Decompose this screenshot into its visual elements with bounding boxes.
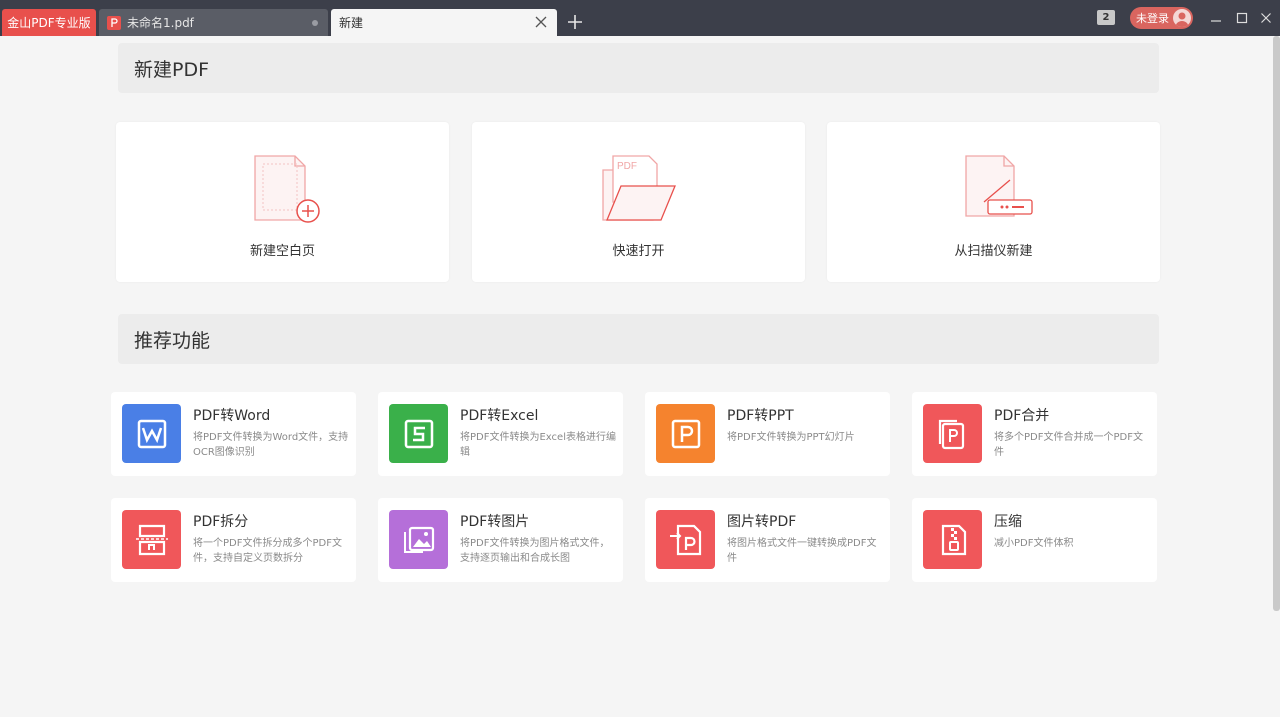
feature-image-to-pdf[interactable]: 图片转PDF 将图片格式文件一键转换成PDF文件 [645, 498, 890, 582]
new-tab-label: 新建 [339, 16, 364, 30]
create-blank-page-card[interactable]: 新建空白页 [116, 122, 449, 282]
feature-pdf-split[interactable]: PDF拆分 将一个PDF文件拆分成多个PDF文件，支持自定义页数拆分 [111, 498, 356, 582]
window-count: 2 [1102, 12, 1110, 23]
section-title-text: 新建PDF [134, 58, 210, 81]
app-menu-tab[interactable]: 金山PDF专业版 [2, 9, 96, 36]
section-title-new-pdf: 新建PDF [118, 43, 1159, 93]
scanner-icon [954, 152, 1034, 224]
section-title-recommended: 推荐功能 [118, 314, 1159, 364]
feature-description: 将一个PDF文件拆分成多个PDF文件，支持自定义页数拆分 [193, 538, 342, 564]
feature-title: PDF转Excel [460, 408, 539, 424]
feature-description: 减小PDF文件体积 [994, 538, 1074, 549]
feature-description: 将PDF文件转换为PPT幻灯片 [727, 432, 855, 443]
pdf-to-image-icon [389, 510, 448, 569]
login-button[interactable]: 未登录 [1130, 7, 1193, 29]
create-from-scanner-label: 从扫描仪新建 [954, 244, 1033, 259]
pdf-to-excel-icon [389, 404, 448, 463]
pdf-to-word-icon [122, 404, 181, 463]
quick-open-card[interactable]: PDF 快速打开 [472, 122, 805, 282]
create-blank-page-label: 新建空白页 [249, 244, 315, 259]
feature-pdf-to-word[interactable]: PDF转Word 将PDF文件转换为Word文件，支持OCR图像识别 [111, 392, 356, 476]
app-tab-label: 金山PDF专业版 [7, 16, 91, 30]
pdf-to-ppt-icon [656, 404, 715, 463]
quick-open-label: 快速打开 [612, 244, 665, 259]
close-icon[interactable] [533, 14, 549, 30]
feature-pdf-merge[interactable]: PDF合并 将多个PDF文件合并成一个PDF文件 [912, 392, 1157, 476]
feature-description: 将PDF文件转换为图片格式文件，支持逐页输出和合成长图 [460, 538, 610, 564]
minimize-icon[interactable] [1209, 10, 1223, 24]
vertical-scrollbar[interactable] [1273, 36, 1280, 611]
maximize-icon[interactable] [1235, 10, 1249, 24]
feature-pdf-to-ppt[interactable]: PDF转PPT 将PDF文件转换为PPT幻灯片 [645, 392, 890, 476]
feature-title: 压缩 [994, 514, 1022, 530]
section-title-text: 推荐功能 [134, 329, 211, 352]
feature-title: PDF拆分 [193, 514, 249, 530]
new-tab[interactable]: 新建 [331, 9, 557, 36]
feature-description: 将图片格式文件一键转换成PDF文件 [727, 538, 877, 564]
unsaved-dot-icon [312, 20, 318, 26]
create-from-scanner-card[interactable]: 从扫描仪新建 [827, 122, 1160, 282]
window-close-icon[interactable] [1259, 10, 1273, 24]
pdf-file-icon [107, 15, 121, 30]
login-label: 未登录 [1136, 12, 1169, 25]
pdf-merge-icon [923, 404, 982, 463]
add-tab-icon[interactable] [566, 13, 584, 31]
feature-title: PDF合并 [994, 408, 1050, 424]
feature-pdf-to-image[interactable]: PDF转图片 将PDF文件转换为图片格式文件，支持逐页输出和合成长图 [378, 498, 623, 582]
pdf-split-icon [122, 510, 181, 569]
feature-title: 图片转PDF [727, 514, 797, 530]
document-tab[interactable]: 未命名1.pdf [99, 9, 328, 36]
feature-description: 将PDF文件转换为Word文件，支持OCR图像识别 [193, 432, 349, 458]
feature-title: PDF转图片 [460, 514, 530, 530]
feature-title: PDF转Word [193, 408, 271, 424]
blank-page-plus-icon [243, 152, 323, 224]
compress-icon [923, 510, 982, 569]
pdf-text-icon: PDF [617, 161, 637, 172]
feature-description: 将多个PDF文件合并成一个PDF文件 [994, 432, 1143, 458]
avatar-icon [1173, 9, 1191, 27]
title-bar: 金山PDF专业版 未命名1.pdf 新建 2 未登录 [0, 0, 1280, 36]
folder-open-icon: PDF [599, 152, 679, 224]
document-tab-label: 未命名1.pdf [127, 16, 194, 30]
feature-title: PDF转PPT [727, 408, 794, 424]
image-to-pdf-icon [656, 510, 715, 569]
window-count-badge[interactable]: 2 [1097, 10, 1115, 25]
feature-compress[interactable]: 压缩 减小PDF文件体积 [912, 498, 1157, 582]
feature-pdf-to-excel[interactable]: PDF转Excel 将PDF文件转换为Excel表格进行编辑 [378, 392, 623, 476]
feature-description: 将PDF文件转换为Excel表格进行编辑 [460, 432, 616, 458]
